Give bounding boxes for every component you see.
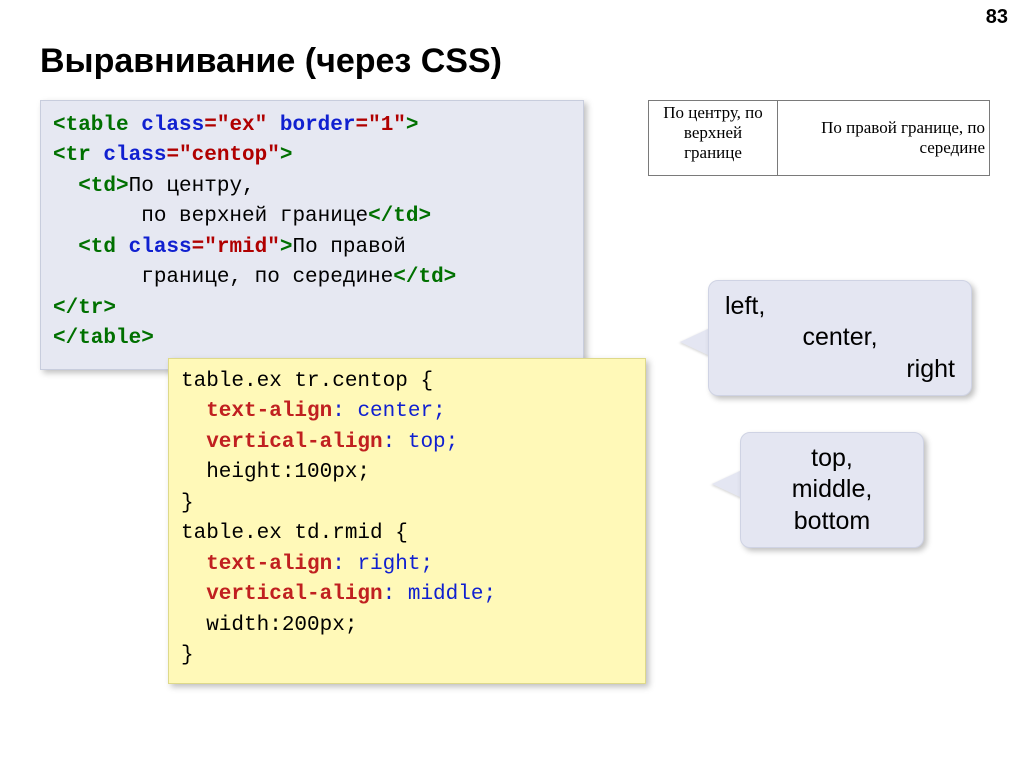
code: class [91, 144, 167, 167]
code: По центру, [129, 175, 255, 198]
code: </tr> [53, 297, 116, 320]
slide-title: Выравнивание (через CSS) [40, 42, 502, 81]
callout-text-align-values: left, center, right [708, 280, 972, 396]
code: > [280, 236, 293, 259]
code: ="centop" [166, 144, 279, 167]
code: text-align [181, 553, 332, 576]
callout-line: center, [725, 322, 955, 353]
callout-line: middle, [757, 474, 907, 505]
code: ="rmid" [192, 236, 280, 259]
example-cell-right-middle: По правой границе, по середине [778, 101, 990, 176]
code: table.ex tr.centop { [181, 370, 433, 393]
callout-line: left, [725, 291, 955, 322]
callout-line: bottom [757, 506, 907, 537]
callout-tail [680, 328, 710, 356]
code: ="ex" [204, 114, 267, 137]
example-table: По центру, по верхней границе По правой … [648, 100, 990, 176]
code: </td> [368, 205, 431, 228]
code: text-align [181, 400, 332, 423]
callout-line: top, [757, 443, 907, 474]
code: border [267, 114, 355, 137]
code: } [181, 644, 194, 667]
code: class [129, 114, 205, 137]
code: table.ex td.rmid { [181, 522, 408, 545]
code: по верхней границе [53, 205, 368, 228]
code: <td [53, 236, 116, 259]
code: : right; [332, 553, 433, 576]
table-row: По центру, по верхней границе По правой … [649, 101, 990, 176]
code: <td> [53, 175, 129, 198]
callout-tail [712, 470, 742, 498]
callout-vertical-align-values: top, middle, bottom [740, 432, 924, 548]
code: > [280, 144, 293, 167]
code: границе, по середине [53, 266, 393, 289]
html-code-block: <table class="ex" border="1"> <tr class=… [40, 100, 584, 370]
code: vertical-align [181, 583, 383, 606]
code: ="1" [355, 114, 405, 137]
code: </table> [53, 327, 154, 350]
example-cell-center-top: По центру, по верхней границе [649, 101, 778, 176]
code: vertical-align [181, 431, 383, 454]
code: <table [53, 114, 129, 137]
code: : center; [332, 400, 445, 423]
code: : middle; [383, 583, 496, 606]
code: } [181, 492, 194, 515]
code: height:100px; [181, 461, 370, 484]
code: class [116, 236, 192, 259]
page-number: 83 [986, 6, 1008, 29]
code: </td> [393, 266, 456, 289]
code: : top; [383, 431, 459, 454]
code: <tr [53, 144, 91, 167]
code: По правой [292, 236, 405, 259]
css-code-block: table.ex tr.centop { text-align: center;… [168, 358, 646, 684]
callout-line: right [725, 354, 955, 385]
code: width:200px; [181, 614, 357, 637]
code: > [406, 114, 419, 137]
